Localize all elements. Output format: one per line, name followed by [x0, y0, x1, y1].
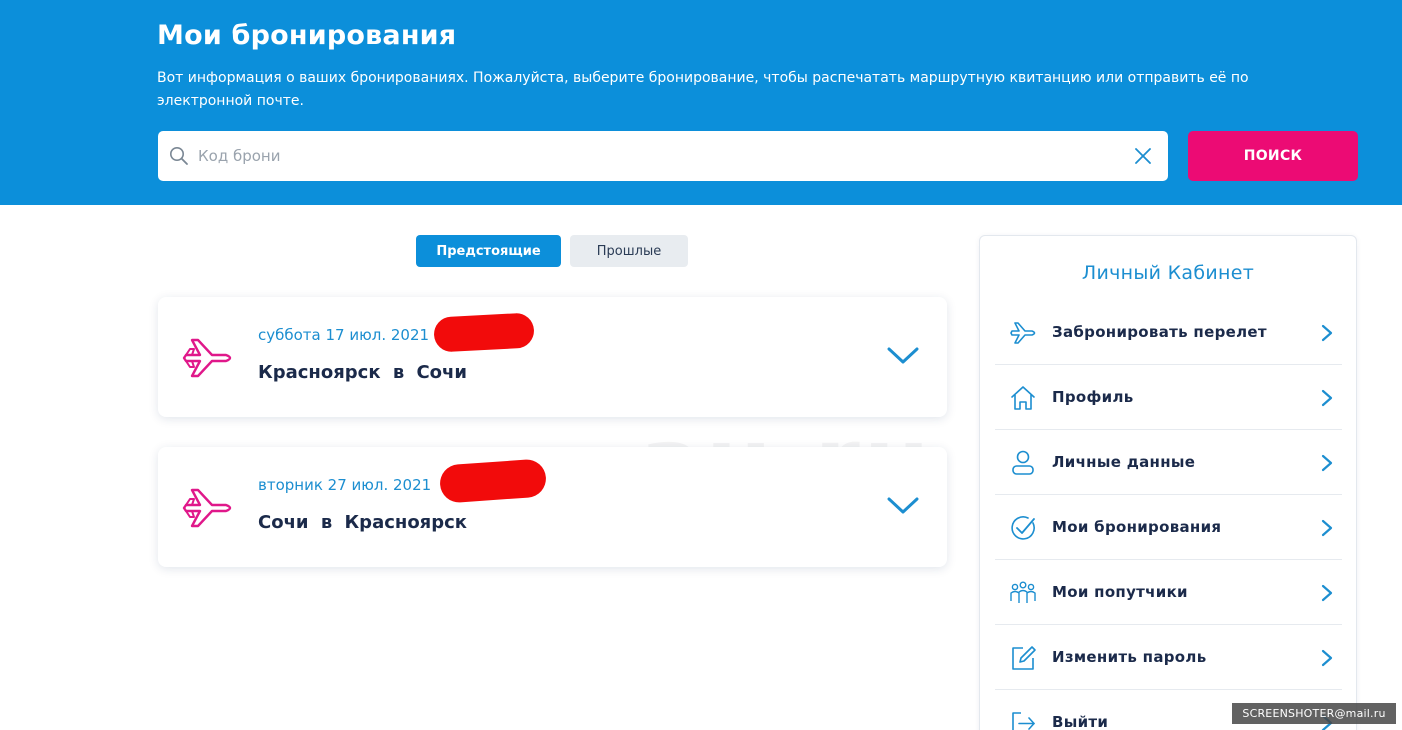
account-sidebar: Личный Кабинет Забронировать перелет Про… — [979, 235, 1357, 730]
sidebar-item-my-bookings[interactable]: Мои бронирования — [995, 495, 1342, 560]
booking-route: Красноярск в Сочи — [258, 362, 468, 383]
sidebar-title: Личный Кабинет — [1081, 262, 1255, 284]
user-icon — [1012, 450, 1034, 475]
sidebar-item-label: Мои бронирования — [1052, 518, 1222, 536]
sidebar-item-label: Выйти — [1052, 713, 1109, 730]
page: Мои бронирования Вот информация о ваших … — [0, 0, 1402, 730]
booking-route: Сочи в Красноярск — [258, 512, 468, 533]
group-icon — [1010, 581, 1036, 603]
booking-code-input[interactable] — [198, 131, 1098, 181]
plane-icon — [1010, 322, 1036, 344]
redaction-mark — [438, 458, 548, 504]
chevron-right-icon — [1321, 389, 1333, 407]
chevron-right-icon — [1321, 454, 1333, 472]
sidebar-item-label: Мои попутчики — [1052, 583, 1188, 601]
sidebar-item-label: Личные данные — [1052, 453, 1196, 471]
sidebar-item-label: Профиль — [1052, 388, 1134, 406]
tab-past[interactable]: Прошлые — [570, 235, 688, 267]
close-icon[interactable] — [1134, 147, 1152, 165]
sidebar-item-profile[interactable]: Профиль — [995, 365, 1342, 430]
search-icon — [170, 147, 188, 165]
chevron-down-icon[interactable] — [886, 345, 920, 367]
chevron-down-icon[interactable] — [886, 495, 920, 517]
search-button[interactable]: ПОИСК — [1188, 131, 1358, 181]
sidebar-item-label: Изменить пароль — [1052, 648, 1207, 666]
plane-icon — [182, 488, 232, 528]
booking-card[interactable]: вторник 27 июл. 2021 Сочи в Красноярск — [158, 447, 947, 567]
booking-date: суббота 17 июл. 2021 — [258, 326, 430, 344]
check-circle-icon — [1011, 516, 1035, 540]
booking-date: вторник 27 июл. 2021 — [258, 476, 432, 494]
screenshot-watermark-label: SCREENSHOTER@mail.ru — [1232, 703, 1396, 724]
page-title: Мои бронирования — [157, 20, 457, 51]
plane-icon — [182, 338, 232, 378]
chevron-right-icon — [1321, 324, 1333, 342]
sidebar-item-personal-data[interactable]: Личные данные — [995, 430, 1342, 495]
sidebar-item-companions[interactable]: Мои попутчики — [995, 560, 1342, 625]
sidebar-item-change-password[interactable]: Изменить пароль — [995, 625, 1342, 690]
redaction-mark — [433, 312, 535, 353]
header: Мои бронирования Вот информация о ваших … — [0, 0, 1402, 205]
booking-card[interactable]: суббота 17 июл. 2021 Красноярск в Сочи — [158, 297, 947, 417]
logout-icon — [1012, 712, 1035, 730]
sidebar-item-label: Забронировать перелет — [1052, 323, 1267, 341]
edit-icon — [1012, 646, 1036, 670]
chevron-right-icon — [1321, 519, 1333, 537]
sidebar-item-book-flight[interactable]: Забронировать перелет — [995, 300, 1342, 365]
home-icon — [1011, 386, 1035, 410]
chevron-right-icon — [1321, 584, 1333, 602]
search-box — [158, 131, 1168, 181]
chevron-right-icon — [1321, 649, 1333, 667]
page-description: Вот информация о ваших бронированиях. По… — [157, 70, 1249, 109]
tab-upcoming[interactable]: Предстоящие — [416, 235, 561, 267]
